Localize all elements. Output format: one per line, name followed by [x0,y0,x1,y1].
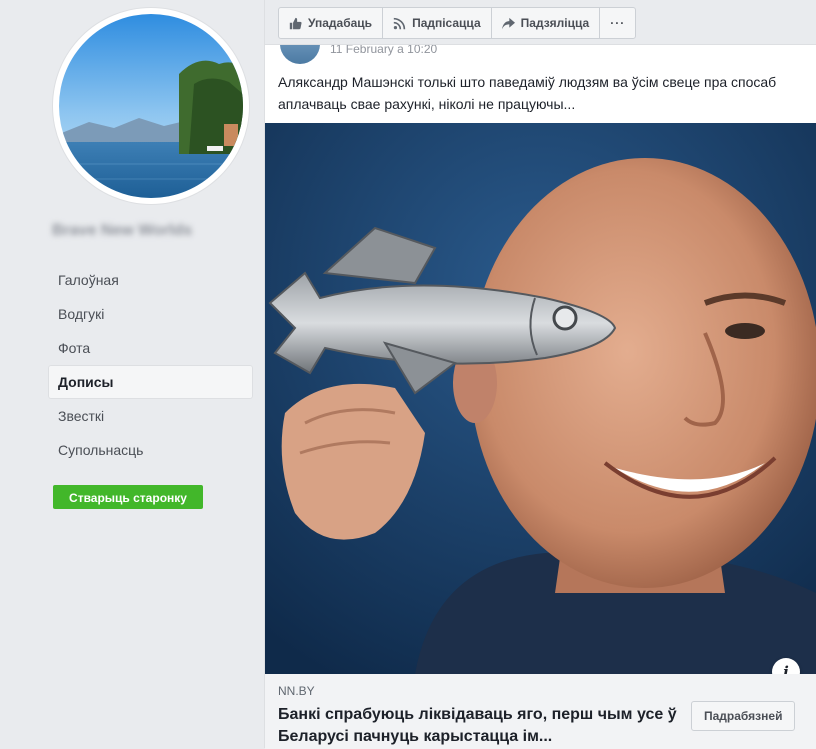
share-arrow-icon [501,17,515,30]
share-label: Падзяліцца [520,16,590,30]
post-timestamp[interactable]: 11 February a 10:20 [330,45,437,56]
post-author-avatar[interactable] [280,45,320,64]
create-page-button[interactable]: Стварыць старонку [53,485,203,509]
subscribe-label: Падпісацца [412,16,481,30]
post-card: 11 February a 10:20 Аляксандр Машэнскі т… [265,44,816,749]
subscribe-button[interactable]: Падпісацца [383,8,492,38]
post-image[interactable] [265,123,816,674]
share-button[interactable]: Падзяліцца [492,8,601,38]
more-options-button[interactable]: ··· [600,8,635,38]
sidebar-item-about[interactable]: Звесткі [48,399,253,433]
sidebar-item-photos[interactable]: Фота [48,331,253,365]
page-action-bar: Упадабаць Падпісацца Падзяліцца ··· [278,7,637,39]
sidebar-item-community[interactable]: Супольнасць [48,433,253,467]
page-name[interactable]: Brave New Worlds [52,222,252,240]
rss-icon [393,17,406,30]
link-title[interactable]: Банкі спрабуюць ліквідаваць яго, перш чы… [278,704,678,748]
sidebar-item-reviews[interactable]: Водгукі [48,297,253,331]
post-text: Аляксандр Машэнскі толькі што паведаміў … [278,74,777,112]
link-preview[interactable]: NN.BY Банкі спрабуюць ліквідаваць яго, п… [265,674,816,749]
more-dots-icon: ··· [610,16,626,30]
sidebar-nav: Галоўная Водгукі Фота Дописы Звесткі Суп… [48,263,253,467]
sidebar-item-home[interactable]: Галоўная [48,263,253,297]
profile-picture-frame[interactable] [53,8,249,204]
like-button[interactable]: Упадабаць [279,8,384,38]
profile-picture[interactable] [59,14,243,198]
link-domain: NN.BY [278,684,315,698]
learn-more-button[interactable]: Падрабязней [691,701,796,731]
post-header: 11 February a 10:20 [280,45,437,64]
like-label: Упадабаць [308,16,373,30]
thumbs-up-icon [289,17,302,30]
sidebar-item-posts[interactable]: Дописы [48,365,253,399]
left-sidebar: Brave New Worlds Галоўная Водгукі Фота Д… [0,0,265,748]
